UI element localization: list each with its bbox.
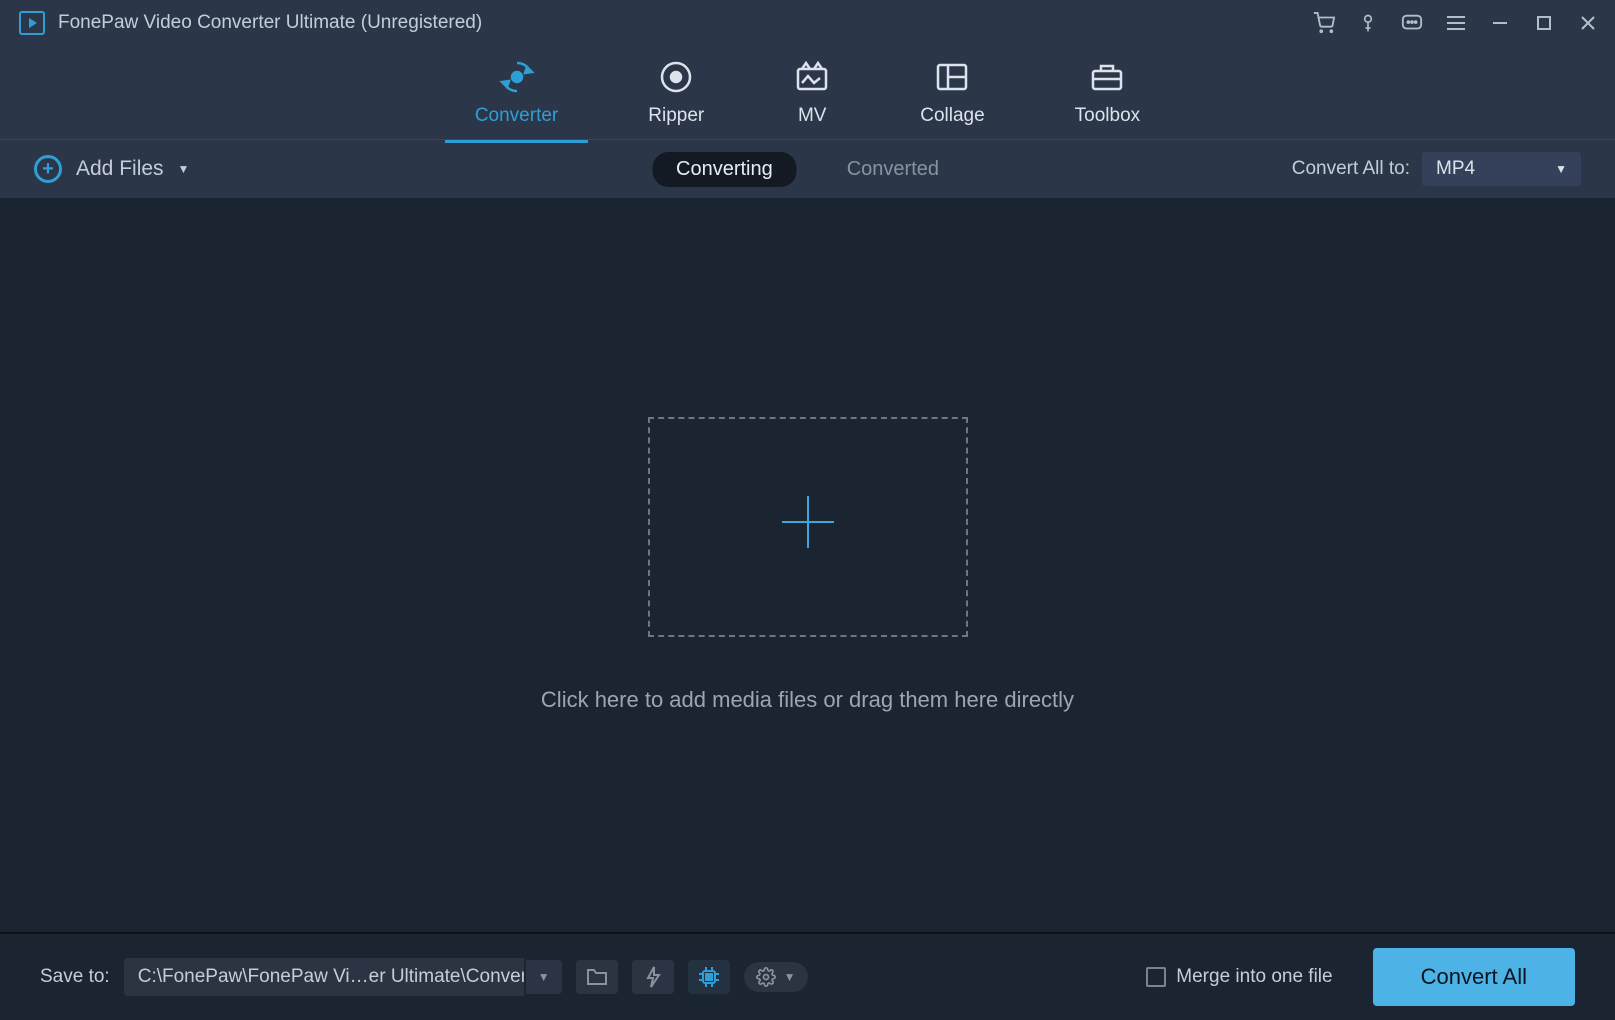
chevron-down-icon: ▼	[784, 970, 796, 984]
save-to-label: Save to:	[40, 966, 110, 988]
tab-mv[interactable]: MV	[794, 59, 830, 127]
convert-all-to: Convert All to: MP4 ▼	[1292, 152, 1581, 186]
close-icon[interactable]	[1577, 12, 1599, 34]
convert-all-button[interactable]: Convert All	[1373, 948, 1575, 1006]
tab-converter-label: Converter	[475, 105, 558, 127]
merge-checkbox[interactable]: Merge into one file	[1146, 966, 1332, 988]
content-area: Click here to add media files or drag th…	[0, 198, 1615, 932]
tab-converter[interactable]: Converter	[475, 59, 558, 127]
format-value: MP4	[1436, 158, 1475, 180]
converted-pill[interactable]: Converted	[823, 152, 963, 187]
mv-icon	[794, 59, 830, 95]
open-folder-button[interactable]	[576, 960, 618, 994]
hw-accel-button[interactable]	[688, 960, 730, 994]
tab-collage-label: Collage	[920, 105, 984, 127]
bottom-bar: Save to: C:\FonePaw\FonePaw Vi…er Ultima…	[0, 932, 1615, 1020]
feedback-icon[interactable]	[1401, 12, 1423, 34]
checkbox-icon	[1146, 967, 1166, 987]
converting-pill[interactable]: Converting	[652, 152, 797, 187]
drop-text: Click here to add media files or drag th…	[541, 687, 1074, 713]
title-controls	[1313, 12, 1599, 34]
convert-all-to-label: Convert All to:	[1292, 158, 1410, 180]
menu-icon[interactable]	[1445, 12, 1467, 34]
ripper-icon	[658, 59, 694, 95]
save-path-field[interactable]: C:\FonePaw\FonePaw Vi…er Ultimate\Conver…	[124, 958, 524, 996]
merge-label: Merge into one file	[1176, 966, 1332, 988]
minimize-icon[interactable]	[1489, 12, 1511, 34]
collage-icon	[934, 59, 970, 95]
tab-ripper-label: Ripper	[648, 105, 704, 127]
title-bar: FonePaw Video Converter Ultimate (Unregi…	[0, 0, 1615, 46]
status-pills: Converting Converted	[652, 152, 963, 187]
converter-icon	[499, 59, 535, 95]
chevron-down-icon: ▼	[538, 970, 550, 984]
tab-toolbox-label: Toolbox	[1075, 105, 1141, 127]
sub-toolbar: + Add Files ▼ Converting Converted Conve…	[0, 140, 1615, 198]
add-files-label: Add Files	[76, 157, 164, 181]
plus-icon	[776, 490, 840, 564]
dropzone[interactable]	[648, 417, 968, 637]
key-icon[interactable]	[1357, 12, 1379, 34]
add-plus-icon: +	[34, 155, 62, 183]
chevron-down-icon: ▼	[178, 162, 190, 176]
main-tabs: Converter Ripper MV Collage	[0, 46, 1615, 140]
tab-collage[interactable]: Collage	[920, 59, 984, 127]
app-title: FonePaw Video Converter Ultimate (Unregi…	[58, 12, 1313, 34]
tab-toolbox[interactable]: Toolbox	[1075, 59, 1141, 127]
tab-ripper[interactable]: Ripper	[648, 59, 704, 127]
gear-icon	[756, 967, 776, 987]
tab-mv-label: MV	[798, 105, 827, 127]
format-select[interactable]: MP4 ▼	[1422, 152, 1581, 186]
lightning-off-button[interactable]	[632, 960, 674, 994]
save-path-dropdown[interactable]: ▼	[526, 960, 562, 994]
toolbox-icon	[1089, 59, 1125, 95]
add-files-button[interactable]: + Add Files ▼	[34, 155, 189, 183]
settings-button[interactable]: ▼	[744, 962, 808, 992]
cart-icon[interactable]	[1313, 12, 1335, 34]
chevron-down-icon: ▼	[1555, 162, 1567, 176]
maximize-icon[interactable]	[1533, 12, 1555, 34]
app-logo-icon	[16, 7, 48, 39]
